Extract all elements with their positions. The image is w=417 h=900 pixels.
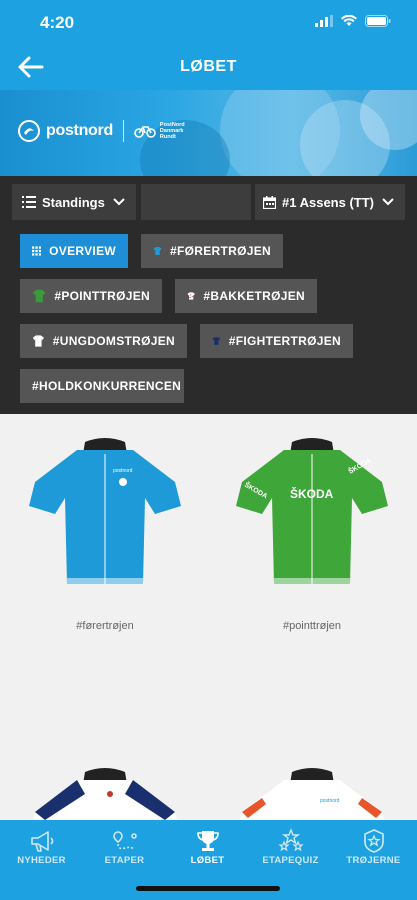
stage-dropdown[interactable]: #1 Assens (TT) <box>255 184 405 220</box>
chip-overview[interactable]: OVERVIEW <box>20 234 128 268</box>
status-bar: 4:20 <box>0 0 417 44</box>
jersey-icon <box>153 247 162 255</box>
stage-label: #1 Assens (TT) <box>282 194 374 210</box>
logo-divider <box>122 120 124 142</box>
tab-trojerne[interactable]: TRØJERNE <box>332 820 415 880</box>
postnord-logo-icon <box>18 120 40 142</box>
points-jersey-image: ŠKODA ŠKODA ŠKODA <box>236 438 388 584</box>
tab-label: ETAPEQUIZ <box>262 855 319 866</box>
tab-lobet[interactable]: LØBET <box>166 820 249 880</box>
empty-dropdown[interactable] <box>141 184 251 220</box>
jersey-icon <box>32 335 44 347</box>
chip-ungdomstrojen[interactable]: #UNGDOMSTRØJEN <box>20 324 187 358</box>
chip-label: #POINTTRØJEN <box>54 289 150 303</box>
tab-label: LØBET <box>190 855 225 866</box>
chip-label: OVERVIEW <box>49 244 116 258</box>
svg-text:postnord: postnord <box>113 468 133 474</box>
trophy-icon <box>197 831 219 851</box>
chevron-down-icon <box>382 198 394 206</box>
standings-dropdown[interactable]: Standings <box>12 184 136 220</box>
race-name-logo: PostNord Danmark Rundt <box>159 122 185 140</box>
status-icons <box>315 15 391 27</box>
chip-fightertrojen[interactable]: #FIGHTERTRØJEN <box>200 324 353 358</box>
chevron-down-icon <box>113 198 125 206</box>
polka-jersey-image <box>33 768 177 820</box>
sponsor-logo: postnord PostNord Danmark Rundt <box>18 120 185 142</box>
chip-label: #FIGHTERTRØJEN <box>228 334 341 348</box>
youth-jersey-image: postnord <box>240 768 384 820</box>
battery-icon <box>365 15 391 27</box>
tab-etaper[interactable]: ETAPER <box>83 820 166 880</box>
list-icon <box>22 196 36 208</box>
standings-label: Standings <box>42 194 105 210</box>
tab-label: NYHEDER <box>17 855 66 866</box>
jersey-label-pointtrojen: #pointtrøjen <box>282 620 342 632</box>
tab-label: TRØJERNE <box>346 855 401 866</box>
leader-jersey-image: postnord <box>29 438 181 584</box>
jersey-card-bakketrojen[interactable] <box>15 764 195 820</box>
calendar-icon <box>263 195 276 209</box>
chip-label: #FØRERTRØJEN <box>170 244 271 258</box>
route-icon <box>113 831 137 851</box>
status-time: 4:20 <box>40 13 75 32</box>
badge-star-icon <box>364 829 384 853</box>
chip-label: #BAKKETRØJEN <box>203 289 305 303</box>
polka-jersey-icon <box>187 292 195 300</box>
svg-text:ŠKODA: ŠKODA <box>290 486 334 501</box>
tab-etapequiz[interactable]: ETAPEQUIZ <box>249 820 332 880</box>
wifi-icon <box>341 15 357 26</box>
jersey-grid: postnord #førertrøjen ŠKODA ŠKODA ŠKODA … <box>0 414 417 820</box>
svg-text:postnord: postnord <box>320 798 340 804</box>
page-title: LØBET <box>180 58 237 75</box>
filter-panel: Standings #1 Assens (TT) OVERVIEW #FØRER… <box>0 176 417 414</box>
nav-bar: LØBET <box>0 44 417 90</box>
tab-label: ETAPER <box>104 855 145 866</box>
chip-label: #HOLDKONKURRENCEN <box>32 379 182 393</box>
grid-icon <box>32 246 42 256</box>
race-banner: postnord PostNord Danmark Rundt <box>0 90 417 176</box>
jersey-card-ungdomstrojen[interactable]: postnord <box>222 764 402 820</box>
chip-forertrojen[interactable]: #FØRERTRØJEN <box>141 234 283 268</box>
bicycle-icon <box>134 126 156 138</box>
stars-icon <box>278 828 304 852</box>
chip-pointtrojen[interactable]: #POINTTRØJEN <box>20 279 162 313</box>
jersey-icon <box>32 289 46 303</box>
signal-icon <box>315 15 333 27</box>
jersey-card-pointtrojen[interactable]: ŠKODA ŠKODA ŠKODA <box>222 434 402 599</box>
megaphone-icon <box>31 831 54 852</box>
chip-bakketrojen[interactable]: #BAKKETRØJEN <box>175 279 317 313</box>
chip-holdkonkurrencen[interactable]: #HOLDKONKURRENCEN <box>20 369 184 403</box>
home-indicator <box>136 886 280 891</box>
jersey-icon <box>212 337 221 345</box>
brand-name: postnord <box>46 122 113 139</box>
jersey-card-forertrojen[interactable]: postnord <box>15 434 195 599</box>
jersey-label-forertrojen: #førertrøjen <box>76 620 134 632</box>
chip-label: #UNGDOMSTRØJEN <box>52 334 175 348</box>
tab-nyheder[interactable]: NYHEDER <box>0 820 83 880</box>
